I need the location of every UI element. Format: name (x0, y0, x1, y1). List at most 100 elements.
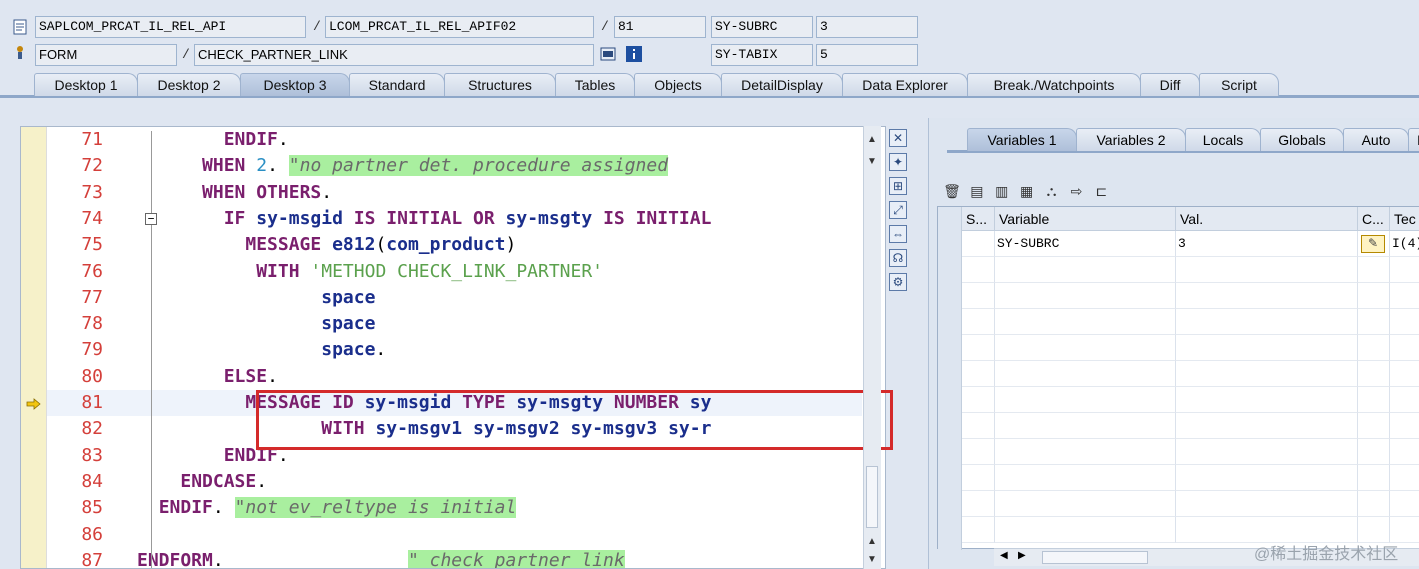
code-line[interactable]: 77 space (47, 285, 862, 311)
tech-type-cell[interactable] (1390, 439, 1419, 465)
change-cell[interactable] (1358, 335, 1390, 361)
folder-icon[interactable]: ⊏ (1092, 182, 1110, 200)
value-cell[interactable] (1176, 439, 1358, 465)
variable-cell[interactable] (995, 335, 1176, 361)
tab-breakpoints[interactable]: Break./Watchpoints (967, 73, 1141, 96)
tab-tables[interactable]: Tables (555, 73, 635, 96)
tab-more[interactable]: M (1408, 128, 1419, 151)
variable-cell[interactable] (995, 257, 1176, 283)
tech-type-cell[interactable] (1390, 413, 1419, 439)
tab-diff[interactable]: Diff (1140, 73, 1200, 96)
code-line[interactable]: 79 space. (47, 337, 862, 363)
status-cell[interactable] (962, 361, 995, 387)
tab-desktop-1[interactable]: Desktop 1 (34, 73, 138, 96)
code-line[interactable]: 71 ENDIF. (47, 127, 862, 153)
status-cell[interactable] (962, 491, 995, 517)
variable-cell[interactable] (995, 283, 1176, 309)
headset-icon[interactable]: ☊ (889, 249, 907, 267)
tech-type-cell[interactable] (1390, 309, 1419, 335)
code-line[interactable]: 85 ENDIF. "not ev_reltype is initial (47, 495, 862, 521)
code-line[interactable]: 87 ENDFORM. " check partner link (47, 548, 862, 568)
source-code-editor[interactable]: 71 ENDIF. 72 WHEN 2. "no partner det. pro… (20, 126, 886, 569)
edit-pencil-icon[interactable]: ✎ (1361, 235, 1385, 253)
code-line[interactable]: 80 ELSE. (47, 364, 862, 390)
variable-cell[interactable] (995, 361, 1176, 387)
status-cell[interactable] (962, 257, 995, 283)
status-cell[interactable] (962, 231, 995, 257)
variable-cell[interactable] (995, 517, 1176, 543)
layout-icon[interactable]: ⊞ (889, 177, 907, 195)
status-cell[interactable] (962, 387, 995, 413)
tab-detaildisplay[interactable]: DetailDisplay (721, 73, 843, 96)
display-icon[interactable] (600, 46, 616, 62)
value-cell[interactable] (1176, 413, 1358, 439)
swap-icon[interactable]: ⇔ (889, 225, 907, 243)
change-cell[interactable] (1358, 439, 1390, 465)
tab-script[interactable]: Script (1199, 73, 1279, 96)
code-line[interactable]: 84 ENDCASE. (47, 469, 862, 495)
tech-type-cell[interactable] (1390, 257, 1419, 283)
info-icon[interactable] (626, 46, 642, 62)
value-cell[interactable] (1176, 387, 1358, 413)
variable-cell[interactable] (995, 439, 1176, 465)
list-add-icon[interactable]: ▥ (993, 182, 1011, 200)
column-header-change[interactable]: C... (1358, 207, 1390, 231)
close-icon[interactable]: ✕ (889, 129, 907, 147)
delete-icon[interactable]: 🗑 (943, 182, 961, 200)
change-cell[interactable] (1358, 283, 1390, 309)
breakpoint-gutter[interactable] (21, 127, 47, 568)
variable-cell[interactable] (995, 413, 1176, 439)
editor-vertical-scrollbar[interactable]: ▲ ▼ ▲ ▼ (863, 126, 881, 569)
scroll-up-icon[interactable]: ▲ (867, 134, 877, 145)
value-cell[interactable] (1176, 361, 1358, 387)
collapse-icon[interactable]: − (145, 212, 157, 225)
scroll-thumb[interactable] (1042, 551, 1148, 564)
change-cell[interactable] (1358, 361, 1390, 387)
tab-auto[interactable]: Auto (1343, 128, 1409, 151)
row-selector-column[interactable] (938, 207, 962, 550)
variables-grid[interactable]: S... Variable Val. C... Tec SY-SUBRC 3 ✎ I(… (937, 206, 1419, 550)
status-cell[interactable] (962, 413, 995, 439)
variable-cell[interactable] (995, 465, 1176, 491)
change-cell[interactable]: ✎ (1358, 231, 1390, 257)
tab-structures[interactable]: Structures (444, 73, 556, 96)
variable-cell[interactable] (995, 387, 1176, 413)
tab-locals[interactable]: Locals (1185, 128, 1261, 151)
change-cell[interactable] (1358, 257, 1390, 283)
scroll-right-icon[interactable]: ▶ (1018, 550, 1026, 561)
scroll-up-icon[interactable]: ▲ (867, 536, 877, 547)
tech-type-cell[interactable] (1390, 491, 1419, 517)
status-cell[interactable] (962, 309, 995, 335)
value-cell[interactable] (1176, 283, 1358, 309)
tech-type-cell[interactable] (1390, 387, 1419, 413)
list-save-icon[interactable]: ▦ (1018, 182, 1036, 200)
tab-desktop-3[interactable]: Desktop 3 (240, 73, 350, 96)
variable-cell[interactable] (995, 309, 1176, 335)
code-line[interactable]: 86 (47, 522, 862, 548)
tech-type-cell[interactable] (1390, 361, 1419, 387)
code-line[interactable]: 76 WITH 'METHOD CHECK_LINK_PARTNER' (47, 259, 862, 285)
code-line[interactable]: 74 IF sy-msgid IS INITIAL OR sy-msgty IS… (47, 206, 862, 232)
scroll-thumb[interactable] (866, 466, 878, 528)
change-cell[interactable] (1358, 309, 1390, 335)
column-header-status[interactable]: S... (962, 207, 995, 231)
column-header-tech-type[interactable]: Tec (1390, 207, 1419, 231)
code-area[interactable]: 71 ENDIF. 72 WHEN 2. "no partner det. pro… (47, 127, 862, 568)
status-cell[interactable] (962, 283, 995, 309)
new-window-icon[interactable]: ✦ (889, 153, 907, 171)
list-icon[interactable]: ▤ (968, 182, 986, 200)
tech-type-cell[interactable] (1390, 283, 1419, 309)
variable-cell[interactable] (995, 491, 1176, 517)
tab-variables-1[interactable]: Variables 1 (967, 128, 1077, 151)
column-header-variable[interactable]: Variable (995, 207, 1176, 231)
tab-objects[interactable]: Objects (634, 73, 722, 96)
value-cell[interactable] (1176, 491, 1358, 517)
tab-variables-2[interactable]: Variables 2 (1076, 128, 1186, 151)
tech-type-cell[interactable]: I(4) (1390, 231, 1419, 257)
hierarchy-icon[interactable]: ⛬ (1043, 182, 1061, 200)
change-cell[interactable] (1358, 413, 1390, 439)
tab-globals[interactable]: Globals (1260, 128, 1344, 151)
status-cell[interactable] (962, 439, 995, 465)
tech-type-cell[interactable] (1390, 465, 1419, 491)
value-cell[interactable]: 3 (1176, 231, 1358, 257)
